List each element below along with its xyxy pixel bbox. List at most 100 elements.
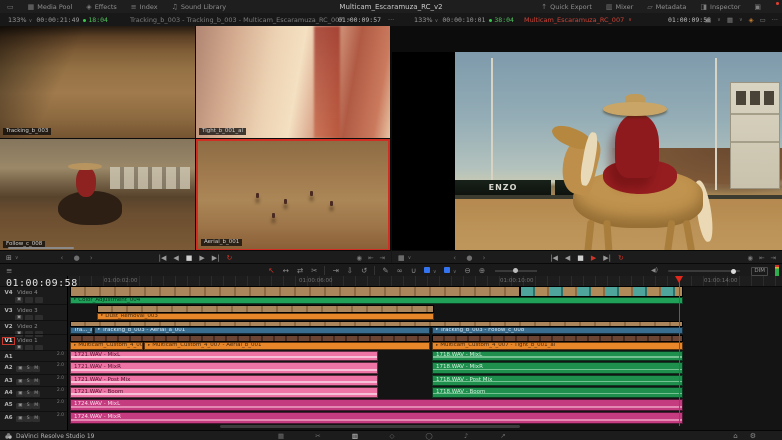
enable-track-toggle[interactable] [25, 297, 33, 303]
timeline-clip[interactable]: ▸Color_Adjustment_004 [70, 297, 683, 304]
timeline-zoom-in-button[interactable]: ⊕ [475, 266, 489, 275]
selection-tool-button[interactable]: ↖ [264, 266, 278, 275]
next-clip-button[interactable]: ▶| [212, 254, 220, 262]
mute-toggle[interactable]: M [32, 416, 40, 422]
track-header-a3[interactable]: A3 ▣SM 2.0 [0, 374, 67, 386]
speaker-icon[interactable]: ◀) [647, 267, 662, 274]
viewer-type-dropdown[interactable]: ▦ ∨ [398, 254, 411, 262]
track-header-v1[interactable]: V1Video 1 ▣ [0, 334, 67, 350]
source-zoom-dropdown[interactable]: 133% ∨ [8, 16, 32, 24]
replace-clip-button[interactable]: ↺ [357, 266, 371, 275]
jog-control[interactable]: ‹ ● › [61, 254, 97, 262]
solo-toggle[interactable]: S [24, 391, 32, 397]
mark-out-button[interactable]: ⇥ [380, 254, 385, 262]
timeline-clip[interactable]: ▸Multicam_Custom_4_007 - Tight_b_001_al [432, 342, 683, 350]
track-header-a2[interactable]: A2 ▣SM 2.0 [0, 361, 67, 374]
mute-toggle[interactable]: M [32, 366, 40, 372]
fusion-overlay-button[interactable]: ◈ [749, 16, 754, 24]
clip-filmstrip[interactable] [432, 335, 683, 342]
track-header-a4[interactable]: A4 ▣SM 2.0 [0, 386, 67, 398]
stop-button[interactable]: ■ [577, 254, 584, 262]
expand-viewer-button[interactable]: ▭ [760, 16, 766, 24]
page-tab-media[interactable]: ▦ [269, 431, 293, 440]
mark-out-button[interactable]: ⇥ [771, 254, 776, 262]
sound-library-button[interactable]: ♫Sound Library [165, 0, 234, 13]
audio-clip[interactable]: 1718.WAV - Boom [432, 387, 683, 398]
page-tab-fairlight[interactable]: ♪ [454, 431, 478, 440]
page-tab-fusion[interactable]: ◇ [380, 431, 404, 440]
project-manager-button[interactable]: ⌂ [733, 432, 737, 440]
jog-control[interactable]: ‹ ● › [453, 254, 489, 262]
timeline-clip[interactable]: ▸Multicam_Custom_4_007 - Aerial_b_001 [144, 342, 430, 350]
track-header-v3[interactable]: V3Video 3 ▣ [0, 304, 67, 320]
page-tab-deliver[interactable]: ↗ [491, 431, 515, 440]
project-settings-button[interactable]: ⚙ [750, 432, 756, 440]
pen-tool-button[interactable]: ✎ [378, 266, 392, 275]
mark-in-button[interactable]: ⇤ [759, 254, 764, 262]
audio-clip[interactable]: 1721.WAV - Boom [70, 387, 378, 398]
mixer-button[interactable]: ▥Mixer [599, 0, 640, 13]
playhead-marker[interactable] [675, 276, 683, 283]
overwrite-clip-button[interactable]: ⇩ [343, 266, 357, 275]
playhead-line[interactable] [679, 276, 680, 426]
timeline-zoom-slider[interactable] [495, 270, 537, 272]
viewer-zoom-scrollbar[interactable] [8, 247, 74, 249]
multicam-angle-aerial-active[interactable]: Aerial_b_001 [196, 139, 390, 251]
auto-select-toggle[interactable] [35, 297, 43, 303]
viewer-options-menu[interactable]: ··· [772, 16, 778, 24]
panel-toggle-button[interactable]: ▣ [747, 0, 768, 13]
timeline-clip[interactable]: ▸Tracking_b_003 - Follow_c_008 [432, 327, 683, 334]
next-clip-button[interactable]: ▶| [603, 254, 611, 262]
audio-clip[interactable]: 1718.WAV - MixR [432, 362, 683, 374]
audio-clip[interactable]: 1721.WAV - Post Mix [70, 375, 378, 386]
timeline-viewer[interactable]: ENZO CHARRO [392, 52, 782, 276]
volume-knob[interactable] [731, 269, 736, 274]
solo-toggle[interactable]: S [24, 366, 32, 372]
solo-toggle[interactable]: S [24, 416, 32, 422]
mute-toggle[interactable]: M [32, 379, 40, 385]
track-header-v4[interactable]: V4Video 4 ▣ [0, 286, 67, 304]
track-header-a1[interactable]: A12.0 [0, 350, 67, 361]
inspector-button[interactable]: ◨Inspector [693, 0, 747, 13]
snapping-button[interactable]: ∪ [407, 266, 421, 275]
link-clips-button[interactable]: ∞ [393, 266, 407, 275]
lock-icon[interactable]: ▣ [16, 403, 24, 409]
monitor-volume-slider[interactable] [668, 270, 740, 272]
lock-icon[interactable]: ▣ [15, 297, 23, 303]
mute-toggle[interactable]: M [32, 391, 40, 397]
multicam-angle-tight[interactable]: Tight_b_001_al [196, 26, 390, 138]
marker-color-dropdown[interactable]: ∨ [440, 266, 460, 275]
audio-clip[interactable]: 1718.WAV - Post Mix [432, 375, 683, 386]
timeline-horizontal-scrollbar[interactable] [220, 425, 520, 428]
page-tab-edit[interactable]: ▥ [343, 431, 367, 440]
step-back-button[interactable]: ◀ [565, 254, 570, 262]
insert-clip-button[interactable]: ⇥ [328, 266, 342, 275]
lock-icon[interactable]: ▣ [16, 416, 24, 422]
page-tab-color[interactable]: ◯ [417, 431, 441, 440]
timeline-clip[interactable]: ▸Dust_Removal_003 [97, 313, 434, 320]
stop-button[interactable]: ■ [186, 254, 193, 262]
loop-button[interactable]: ↻ [227, 254, 233, 262]
source-clip-title-dropdown[interactable]: Tracking_b_003 - Tracking_b_003 - Multic… [130, 13, 351, 26]
timeline-zoom-out-button[interactable]: ⊖ [461, 266, 475, 275]
loop-button[interactable]: ↻ [618, 254, 624, 262]
solo-toggle[interactable]: S [24, 379, 32, 385]
lock-icon[interactable]: ▣ [16, 366, 24, 372]
audio-clip[interactable]: 1718.WAV - MixL [432, 351, 683, 361]
match-frame-button[interactable]: ◉ [747, 254, 753, 262]
zoom-slider-knob[interactable] [513, 268, 518, 273]
dynamic-trim-tool-button[interactable]: ⇄ [293, 266, 307, 275]
track-header-v2[interactable]: V2Video 2 ▣ [0, 320, 67, 334]
source-options-menu[interactable]: ··· [388, 13, 394, 26]
mark-in-button[interactable]: ⇤ [368, 254, 373, 262]
timeline-title-dropdown[interactable]: Multicam_Escaramuza_RC_007 ∨ [524, 13, 632, 26]
lock-icon[interactable]: ▣ [16, 391, 24, 397]
audio-clip[interactable]: 1721.WAV - MixR [70, 362, 378, 374]
play-button[interactable]: ▶ [591, 254, 596, 262]
media-pool-button[interactable]: ▦Media Pool [21, 0, 80, 13]
clip-filmstrip[interactable] [70, 335, 430, 342]
step-back-button[interactable]: ◀ [173, 254, 178, 262]
trim-edit-tool-button[interactable]: ↔ [279, 266, 293, 275]
quick-export-button[interactable]: ↑Quick Export [534, 0, 599, 13]
clip-filmstrip[interactable] [70, 286, 520, 297]
